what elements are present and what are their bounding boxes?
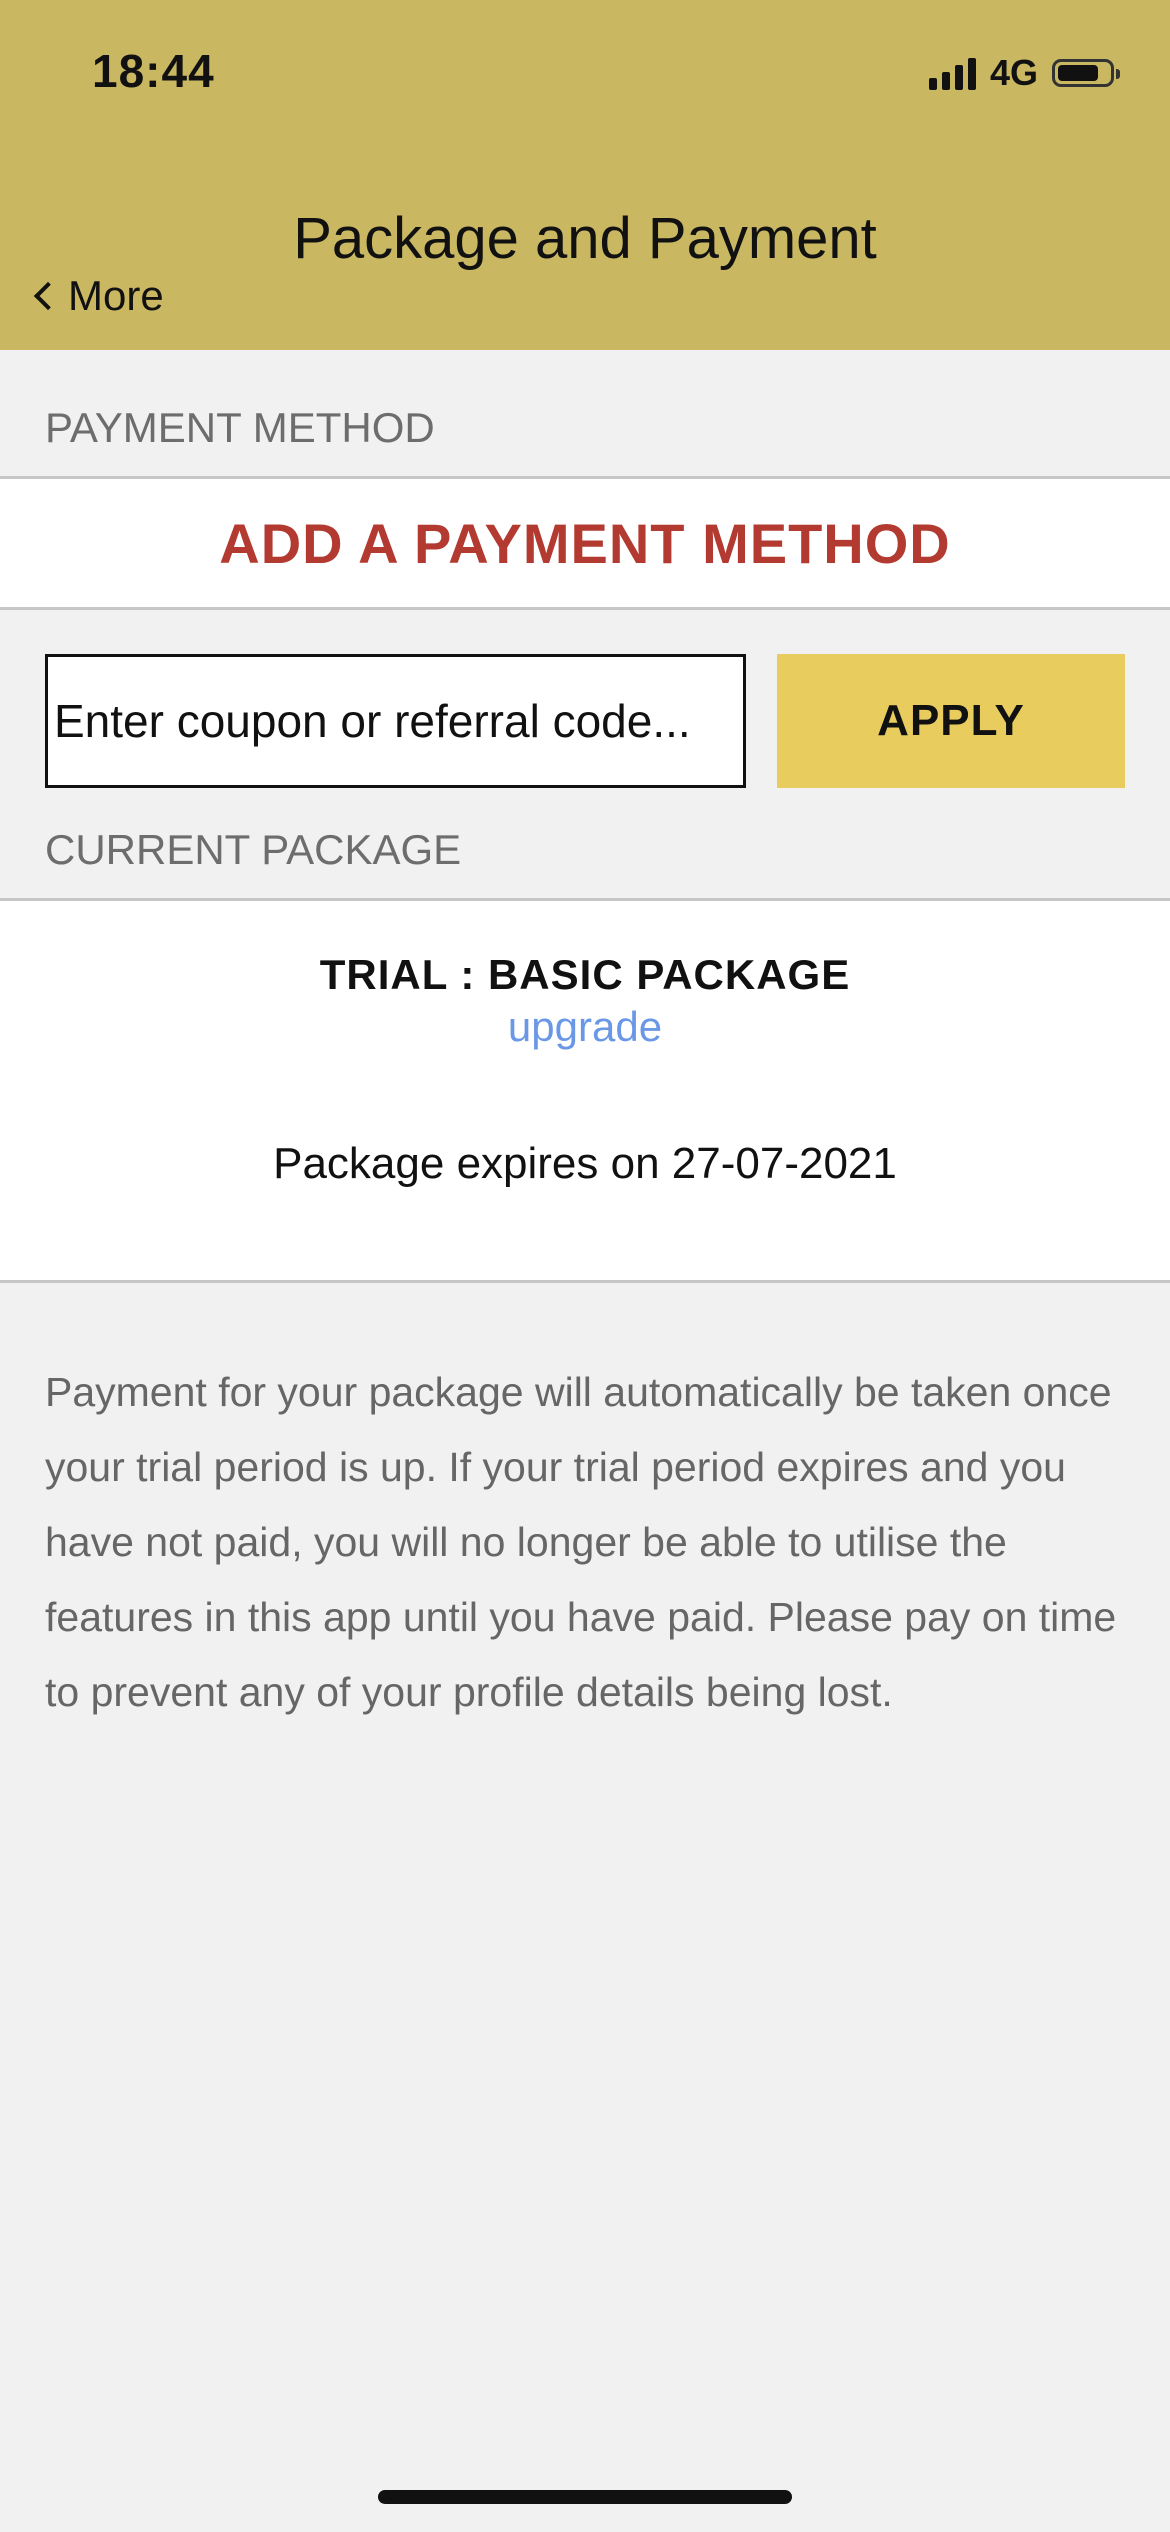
apply-button[interactable]: APPLY: [777, 654, 1125, 788]
page-title: Package and Payment: [293, 206, 877, 271]
payment-method-section-label: PAYMENT METHOD: [45, 404, 435, 451]
back-button-label: More: [68, 272, 164, 319]
navigation-header: 18:44 4G Package and Payment More: [0, 0, 1170, 350]
chevron-left-icon: [33, 281, 63, 311]
battery-level: [1058, 65, 1098, 81]
network-type: 4G: [989, 52, 1038, 93]
upgrade-link[interactable]: upgrade: [0, 1003, 1170, 1051]
current-package-section-label: CURRENT PACKAGE: [45, 826, 462, 873]
add-payment-method-button[interactable]: ADD A PAYMENT METHOD: [0, 476, 1170, 610]
signal-icon: [928, 56, 976, 90]
package-expiry-text: Package expires on 27-07-2021: [273, 1139, 897, 1188]
payment-info-text: Payment for your package will automatica…: [45, 1369, 1117, 1715]
battery-icon: [1052, 59, 1120, 87]
status-indicators: 4G: [928, 52, 1120, 94]
coupon-input[interactable]: [45, 654, 746, 788]
back-button[interactable]: More: [33, 272, 164, 320]
current-package-card: TRIAL : BASIC PACKAGE upgrade Package ex…: [0, 898, 1170, 1283]
status-time: 18:44: [92, 45, 215, 97]
package-name: TRIAL : BASIC PACKAGE: [319, 951, 851, 998]
home-indicator[interactable]: [378, 2490, 792, 2504]
